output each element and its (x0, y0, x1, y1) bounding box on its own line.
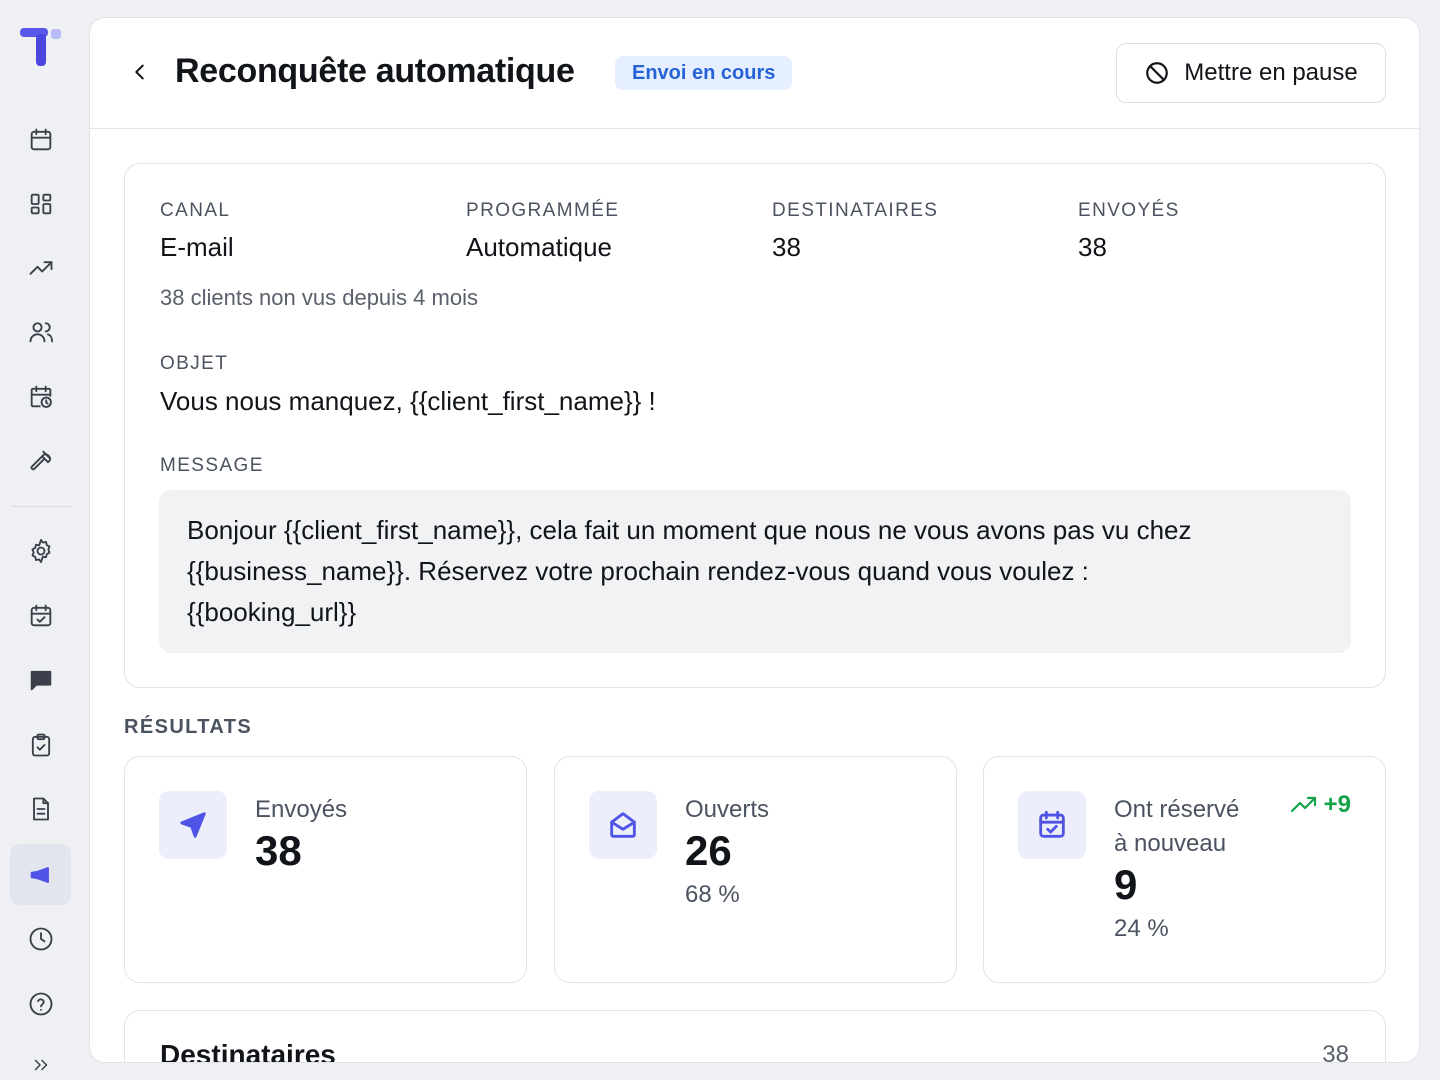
dashboard-icon[interactable] (10, 173, 71, 234)
megaphone-icon[interactable] (10, 844, 71, 905)
calendar-icon[interactable] (10, 109, 71, 170)
campaign-details-card: CANAL E-mail PROGRAMMÉE Automatique DEST… (124, 163, 1386, 688)
envelope-open-icon (589, 791, 657, 859)
trending-icon[interactable] (10, 237, 71, 298)
main-panel: Reconquête automatique Envoi en cours Me… (89, 17, 1420, 1063)
programmee-value: Automatique (466, 232, 612, 262)
message-line: {{business_name}}. Réservez votre procha… (187, 556, 1089, 586)
message-body: Bonjour {{client_first_name}}, cela fait… (159, 490, 1351, 653)
page-header: Reconquête automatique Envoi en cours Me… (90, 18, 1419, 129)
chevron-left-icon (135, 64, 144, 80)
pause-button-label: Mettre en pause (1184, 59, 1358, 86)
calendar-check-icon[interactable] (10, 585, 71, 646)
back-button[interactable] (126, 58, 154, 86)
stat-label: Envoyés (255, 796, 348, 823)
calendar-check-icon (1018, 791, 1086, 859)
stat-percentage: 68 % (685, 881, 740, 908)
results-heading: RÉSULTATS (124, 716, 253, 738)
stat-card-rebooked: Ont réservé à nouveau +9 9 24 % (983, 756, 1386, 983)
objet-value: Vous nous manquez, {{client_first_name}}… (160, 386, 656, 416)
app-logo[interactable] (20, 28, 64, 68)
segment-description: 38 clients non vus depuis 4 mois (160, 285, 478, 310)
expand-icon[interactable] (10, 1035, 71, 1080)
destinataires-value: 38 (772, 232, 801, 262)
envoyes-field: ENVOYÉS 38 (1078, 200, 1180, 263)
stat-label: Ont réservé à nouveau (1114, 796, 1240, 857)
clock-icon[interactable] (10, 908, 71, 969)
stat-value: 38 (255, 827, 302, 874)
envoyes-value: 38 (1078, 232, 1107, 262)
settings-icon[interactable] (10, 520, 71, 581)
stat-label: Ouverts (685, 796, 770, 823)
programmee-label: PROGRAMMÉE (466, 200, 620, 221)
send-icon (159, 791, 227, 859)
tools-icon[interactable] (10, 430, 71, 491)
stat-card-opened: Ouverts 26 68 % (554, 756, 957, 983)
page-title: Reconquête automatique (175, 52, 575, 90)
sidebar-divider (12, 506, 72, 507)
destinataires-field: DESTINATAIRES 38 (772, 200, 938, 263)
message-label: MESSAGE (160, 455, 264, 476)
stat-card-sent: Envoyés 38 (124, 756, 527, 983)
schedule-icon[interactable] (10, 366, 71, 427)
stat-value: 26 (685, 827, 732, 874)
recipients-count: 38 (1322, 1041, 1349, 1063)
pause-button[interactable]: Mettre en pause (1116, 43, 1386, 103)
recipients-card: Destinataires 38 (124, 1010, 1386, 1063)
message-line: Bonjour {{client_first_name}}, cela fait… (187, 515, 1192, 545)
message-line: {{booking_url}} (187, 597, 357, 627)
users-icon[interactable] (10, 301, 71, 362)
sidebar (0, 0, 82, 1080)
trending-up-icon (1290, 796, 1316, 813)
trend-indicator: +9 (1290, 791, 1351, 819)
destinataires-label: DESTINATAIRES (772, 200, 939, 221)
stat-value: 9 (1114, 861, 1138, 908)
stat-percentage: 24 % (1114, 915, 1169, 942)
document-icon[interactable] (10, 778, 71, 839)
canal-field: CANAL E-mail (160, 200, 234, 263)
recipients-title: Destinataires (160, 1039, 336, 1063)
status-badge: Envoi en cours (615, 56, 793, 90)
programmee-field: PROGRAMMÉE Automatique (466, 200, 619, 263)
envoyes-label: ENVOYÉS (1078, 200, 1180, 221)
chat-icon[interactable] (10, 649, 71, 710)
canal-label: CANAL (160, 200, 231, 221)
clipboard-icon[interactable] (10, 714, 71, 775)
help-icon[interactable] (10, 973, 71, 1034)
ban-icon (1146, 62, 1169, 84)
trend-value: +9 (1323, 791, 1351, 818)
objet-label: OBJET (160, 353, 229, 374)
canal-value: E-mail (160, 232, 234, 262)
